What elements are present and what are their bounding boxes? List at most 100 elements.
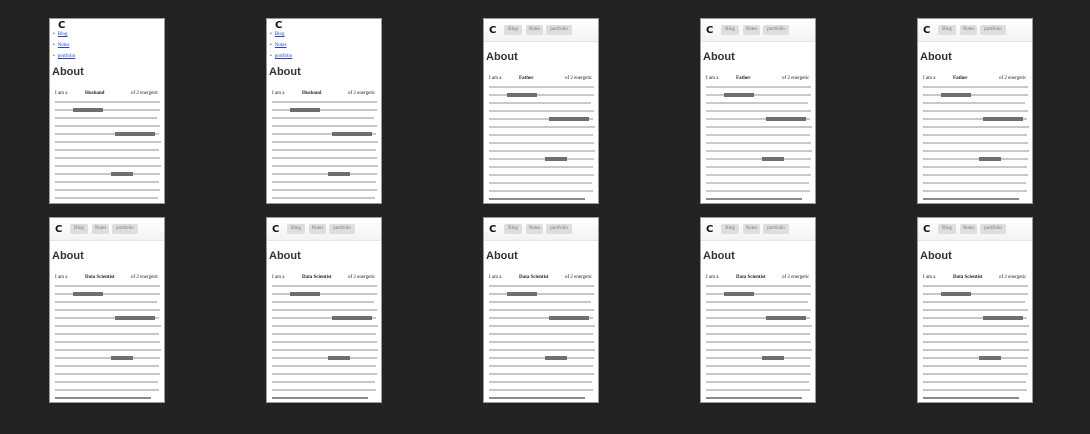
bold-word <box>328 172 350 176</box>
nav-button-portfolio[interactable]: portfolio <box>980 224 1006 234</box>
text-line <box>923 341 1028 343</box>
text-line <box>272 301 374 303</box>
text-line <box>272 181 376 183</box>
text-line <box>55 189 160 191</box>
nav-button-portfolio[interactable]: portfolio <box>763 25 789 35</box>
text-line <box>55 157 160 159</box>
nav-item-portfolio[interactable]: • portfolio <box>270 51 292 62</box>
text-line <box>489 157 594 161</box>
nav-button-notes[interactable]: Notes <box>743 224 760 234</box>
intro-suffix: of 2 energetic <box>782 275 810 280</box>
bold-word <box>983 316 1023 320</box>
bold-word <box>73 292 103 296</box>
bold-word <box>724 292 754 296</box>
bold-word <box>545 356 567 360</box>
nav-button-notes[interactable]: Notes <box>526 224 543 234</box>
page-title: About <box>703 250 735 262</box>
page-title: About <box>269 66 301 78</box>
intro-prefix: I am a <box>272 91 285 96</box>
nav-button-blog[interactable]: Blog <box>504 224 522 234</box>
text-line <box>272 101 377 103</box>
text-line <box>489 301 591 303</box>
body-text <box>489 285 597 402</box>
nav-item-blog[interactable]: • Blog <box>270 29 292 40</box>
text-line <box>923 301 1025 303</box>
nav-item-notes[interactable]: • Notes <box>53 40 75 51</box>
nav-link[interactable]: Notes <box>275 43 287 48</box>
nav-item-portfolio[interactable]: • portfolio <box>53 51 75 62</box>
bold-word <box>328 356 350 360</box>
nav-button-notes[interactable]: Notes <box>960 224 977 234</box>
nav-item-blog[interactable]: • Blog <box>53 29 75 40</box>
nav-item-notes[interactable]: • Notes <box>270 40 292 51</box>
page-thumbnail[interactable]: C Blog Notes portfolio About I am a Data Scien… <box>266 217 382 403</box>
page-thumbnail[interactable]: C Blog Notes portfolio About I am a Data Scien… <box>917 217 1033 403</box>
intro-prefix: I am a <box>55 91 68 96</box>
page-thumbnail[interactable]: C Blog Notes portfolio About I am a Father of 2… <box>483 18 599 204</box>
nav-list: • Blog • Notes • portfolio <box>53 29 75 62</box>
text-line <box>489 86 594 88</box>
text-line <box>706 397 802 399</box>
nav-button-blog[interactable]: Blog <box>721 25 739 35</box>
nav-button-notes[interactable]: Notes <box>526 25 543 35</box>
text-line <box>489 190 593 192</box>
text-line <box>489 150 595 152</box>
text-line <box>706 309 811 311</box>
nav-button-blog[interactable]: Blog <box>287 224 305 234</box>
bold-word <box>766 117 806 121</box>
nav-link[interactable]: Blog <box>58 32 68 37</box>
text-line <box>706 325 812 327</box>
text-line <box>489 166 593 168</box>
intro-suffix: of 2 energetic <box>565 275 593 280</box>
text-line <box>272 349 378 351</box>
nav-button-portfolio[interactable]: portfolio <box>112 224 138 234</box>
nav-link[interactable]: Blog <box>275 32 285 37</box>
nav-button-notes[interactable]: Notes <box>960 25 977 35</box>
text-line <box>923 381 1026 383</box>
nav-button-portfolio[interactable]: portfolio <box>546 224 572 234</box>
nav-button-portfolio[interactable]: portfolio <box>546 25 572 35</box>
text-line <box>55 381 158 383</box>
page-thumbnail[interactable]: C Blog Notes portfolio About I am a Father of 2… <box>700 18 816 204</box>
nav-button-blog[interactable]: Blog <box>70 224 88 234</box>
body-text <box>489 86 597 203</box>
page-thumbnail[interactable]: C Blog Notes portfolio About I am a Father of 2… <box>917 18 1033 204</box>
nav-link[interactable]: portfolio <box>58 54 76 59</box>
nav-button-notes[interactable]: Notes <box>309 224 326 234</box>
nav-button-portfolio[interactable]: portfolio <box>763 224 789 234</box>
text-line <box>923 150 1029 152</box>
bullet-icon: • <box>270 43 272 48</box>
nav-button-notes[interactable]: Notes <box>92 224 109 234</box>
text-line <box>489 341 594 343</box>
page-thumbnail[interactable]: C • Blog • Notes • portfolio About I am a Husband… <box>49 18 165 204</box>
nav-button-blog[interactable]: Blog <box>938 25 956 35</box>
bold-word <box>941 93 971 97</box>
bullet-icon: • <box>53 43 55 48</box>
bold-word <box>762 157 784 161</box>
intro-prefix: I am a <box>923 76 936 81</box>
nav-button-notes[interactable]: Notes <box>743 25 760 35</box>
nav-link[interactable]: Notes <box>58 43 70 48</box>
text-line <box>923 182 1026 184</box>
page-thumbnail[interactable]: C • Blog • Notes • portfolio About I am a Husband… <box>266 18 382 204</box>
nav-link[interactable]: portfolio <box>275 54 293 59</box>
intro-role: Husband <box>302 91 322 96</box>
page-thumbnail[interactable]: C Blog Notes portfolio About I am a Data Scien… <box>483 217 599 403</box>
text-line <box>55 349 161 351</box>
nav-button-blog[interactable]: Blog <box>938 224 956 234</box>
nav-button-blog[interactable]: Blog <box>721 224 739 234</box>
nav-button-portfolio[interactable]: portfolio <box>329 224 355 234</box>
text-line <box>706 381 809 383</box>
nav-button-blog[interactable]: Blog <box>504 25 522 35</box>
page-title: About <box>269 250 301 262</box>
page-thumbnail[interactable]: C Blog Notes portfolio About I am a Data Scien… <box>49 217 165 403</box>
text-line <box>706 341 811 343</box>
nav-button-portfolio[interactable]: portfolio <box>980 25 1006 35</box>
text-line <box>489 110 594 112</box>
body-text <box>55 285 163 402</box>
intro-prefix: I am a <box>489 76 502 81</box>
page-title: About <box>486 51 518 63</box>
intro-role: Father <box>736 76 751 81</box>
text-line <box>272 165 378 167</box>
page-thumbnail[interactable]: C Blog Notes portfolio About I am a Data Scien… <box>700 217 816 403</box>
